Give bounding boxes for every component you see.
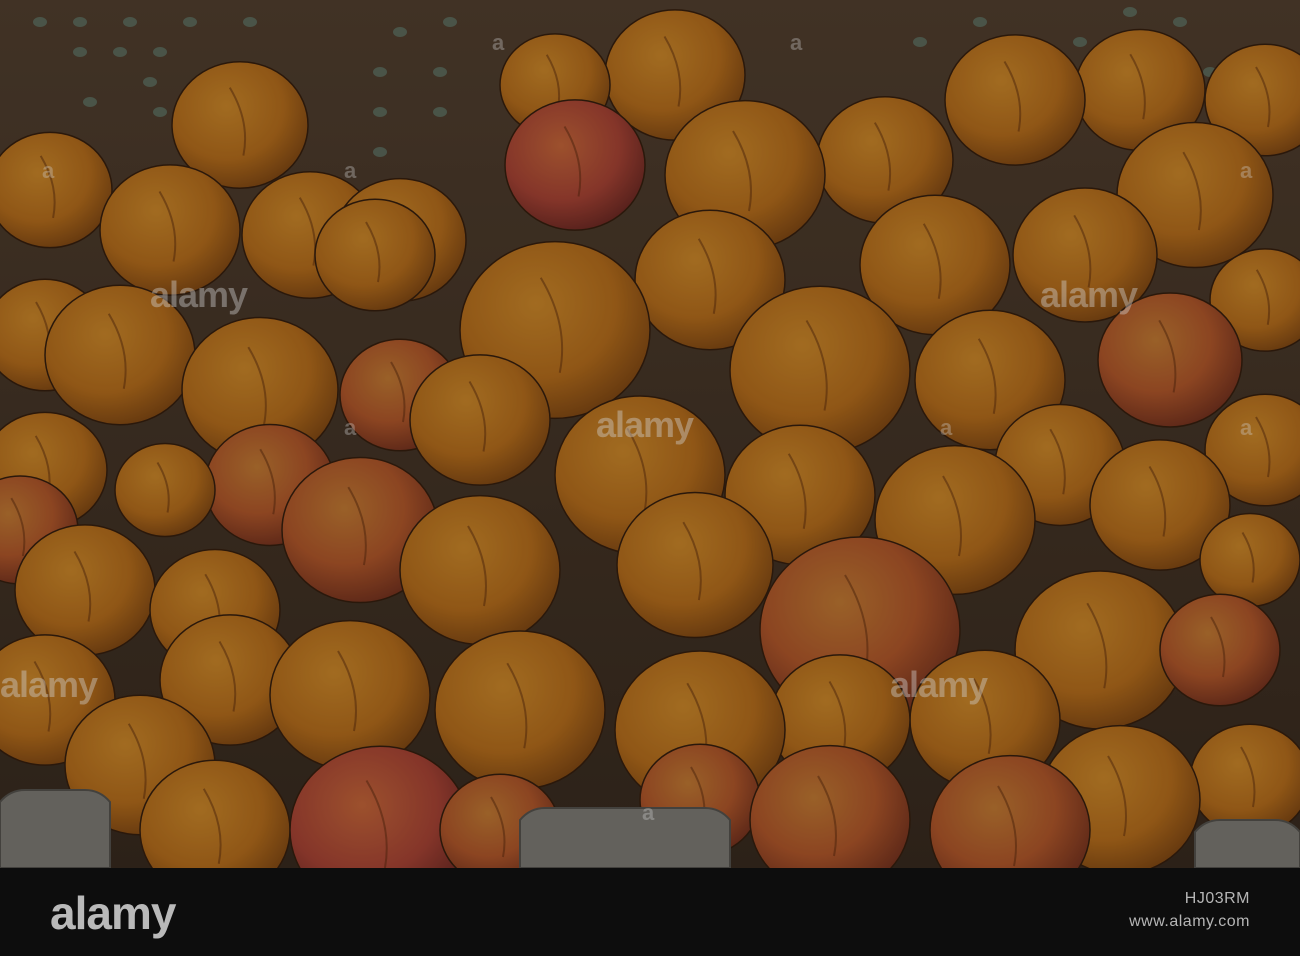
apricot-photo: alamy alamy alamy alamy alamy a a a a a … [0, 0, 1300, 868]
footer-bar: alamy HJ03RM www.alamy.com [0, 868, 1300, 956]
brand-logo-text: alamy [50, 887, 176, 939]
site-url: www.alamy.com [1129, 913, 1250, 930]
stock-photo-page: alamy alamy alamy alamy alamy a a a a a … [0, 0, 1300, 956]
apricots-in-crate-image [0, 0, 1300, 868]
image-id: HJ03RM [1184, 890, 1250, 907]
dark-overlay [0, 0, 1300, 868]
